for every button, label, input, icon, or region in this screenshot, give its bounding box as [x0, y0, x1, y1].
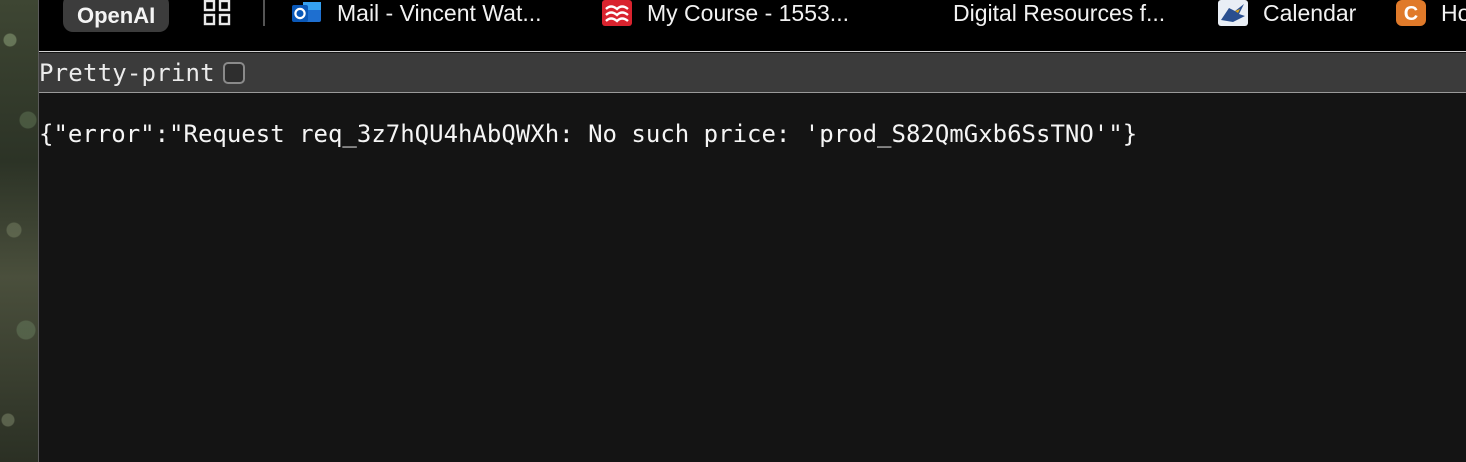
svg-text:C: C	[1404, 3, 1418, 25]
bookmark-course[interactable]: My Course - 1553...	[601, 0, 849, 26]
bookmarks-bar: OpenAI Mail - Vincent Wat... My Course -…	[39, 0, 1466, 52]
bookmark-ho-label: Ho	[1441, 0, 1466, 26]
bookmark-calendar[interactable]: Calendar	[1217, 0, 1356, 26]
screen: OpenAI Mail - Vincent Wat... My Course -…	[0, 0, 1466, 462]
bookmarks-separator	[263, 0, 265, 26]
bookmark-calendar-label: Calendar	[1263, 0, 1357, 26]
bookmark-openai[interactable]: OpenAI	[63, 0, 170, 32]
desktop-wallpaper	[0, 0, 38, 462]
browser-window: OpenAI Mail - Vincent Wat... My Course -…	[38, 0, 1466, 462]
bookmark-course-label: My Course - 1553...	[647, 0, 849, 26]
pretty-print-bar: Pretty-print	[39, 53, 1466, 93]
mcgraw-hill-icon	[602, 0, 632, 26]
bookmark-digital-resources[interactable]: Digital Resources f...	[953, 0, 1165, 26]
apps-grid-icon[interactable]	[203, 0, 231, 26]
pretty-print-checkbox[interactable]	[222, 61, 245, 84]
bookmark-ho[interactable]: C Ho	[1395, 0, 1466, 26]
eagle-icon	[1218, 0, 1248, 26]
bookmark-openai-label: OpenAI	[77, 3, 156, 28]
outlook-icon	[292, 2, 321, 22]
bookmark-mail[interactable]: Mail - Vincent Wat...	[291, 0, 542, 26]
canvas-c-icon: C	[1396, 0, 1426, 26]
bookmark-mail-label: Mail - Vincent Wat...	[337, 0, 542, 26]
json-response-text: {"error":"Request req_3z7hQU4hAbQWXh: No…	[39, 120, 1138, 148]
bookmark-digital-label: Digital Resources f...	[953, 0, 1166, 26]
pretty-print-label: Pretty-print	[39, 58, 215, 87]
